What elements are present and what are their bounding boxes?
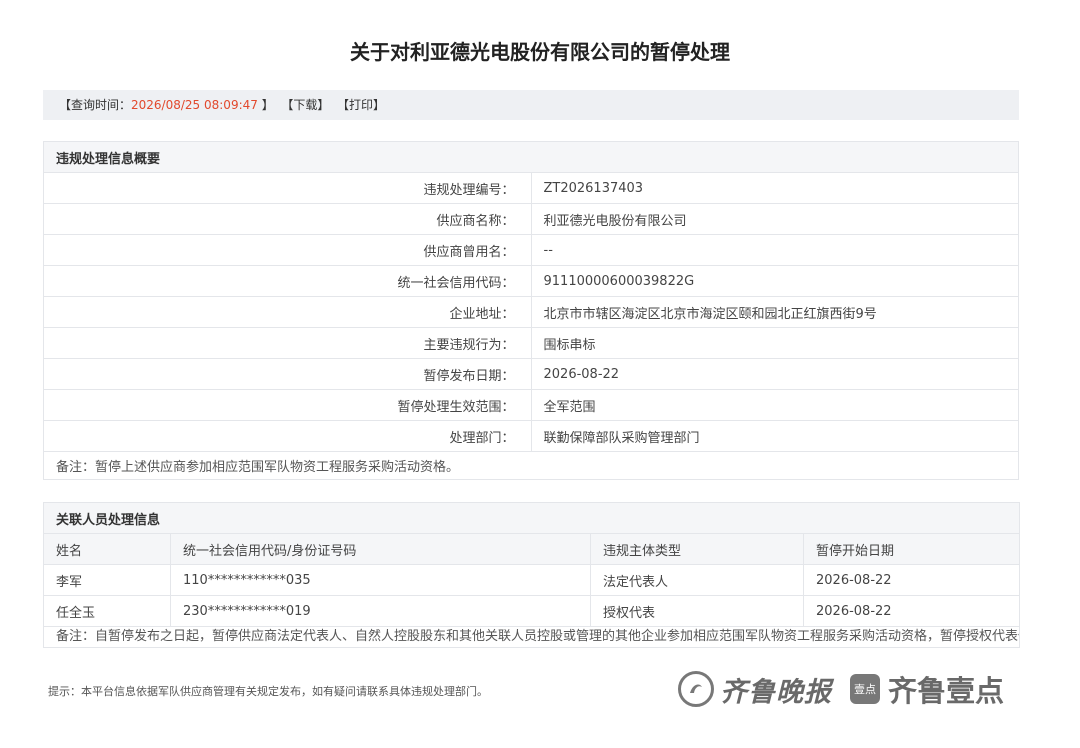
summary-value: 联勤保障部队采购管理部门 <box>530 420 1019 452</box>
summary-row: 处理部门： 联勤保障部队采购管理部门 <box>43 420 1019 452</box>
column-header: 暂停开始日期 <box>802 533 1021 565</box>
watermark-brand-1: 齐鲁晚报 <box>720 676 832 708</box>
summary-value: 2026-08-22 <box>530 358 1019 390</box>
summary-label: 供应商曾用名： <box>43 234 532 266</box>
table-row: 李军 110************035 法定代表人 2026-08-22 <box>43 564 1021 596</box>
query-time-value: 2026/08/25 08:09:47 <box>131 98 258 112</box>
summary-label: 企业地址： <box>43 296 532 328</box>
summary-label: 处理部门： <box>43 420 532 452</box>
summary-heading: 违规处理信息概要 <box>43 141 1019 173</box>
summary-value: ZT2026137403 <box>530 172 1019 204</box>
person-type: 法定代表人 <box>590 564 804 596</box>
print-link[interactable]: 【打印】 <box>337 98 385 112</box>
person-name: 任全玉 <box>43 595 171 627</box>
summary-note: 备注：暂停上述供应商参加相应范围军队物资工程服务采购活动资格。 <box>43 451 1019 480</box>
summary-row: 供应商曾用名： -- <box>43 234 1019 266</box>
page-title: 关于对利亚德光电股份有限公司的暂停处理 <box>350 40 730 64</box>
column-header: 统一社会信用代码/身份证号码 <box>170 533 591 565</box>
violation-summary-table: 违规处理信息概要 违规处理编号： ZT2026137403 供应商名称： 利亚德… <box>43 141 1019 480</box>
summary-row: 统一社会信用代码： 91110000600039822G <box>43 265 1019 297</box>
newspaper-logo-icon <box>678 671 714 707</box>
column-header: 违规主体类型 <box>590 533 804 565</box>
summary-label: 违规处理编号： <box>43 172 532 204</box>
watermark-badge: 壹点 <box>850 674 880 704</box>
persons-note: 备注：自暂停发布之日起，暂停供应商法定代表人、自然人控股股东和其他关联人员控股或… <box>42 626 1021 648</box>
summary-label: 暂停发布日期： <box>43 358 532 390</box>
summary-row: 主要违规行为： 围标串标 <box>43 327 1019 359</box>
person-start-date: 2026-08-22 <box>802 564 1021 596</box>
table-row: 任全玉 230************019 授权代表 2026-08-22 <box>43 595 1021 627</box>
download-link[interactable]: 【下载】 <box>281 98 329 112</box>
summary-label: 供应商名称： <box>43 203 532 235</box>
summary-value: 围标串标 <box>530 327 1019 359</box>
summary-row: 企业地址： 北京市市辖区海淀区北京市海淀区颐和园北正红旗西街9号 <box>43 296 1019 328</box>
watermark: 齐鲁晚报 壹点 齐鲁壹点 <box>678 668 1004 710</box>
watermark-brand-2: 齐鲁壹点 <box>888 674 1005 708</box>
summary-label: 统一社会信用代码： <box>43 265 532 297</box>
person-name: 李军 <box>43 564 171 596</box>
person-start-date: 2026-08-22 <box>802 595 1021 627</box>
summary-row: 违规处理编号： ZT2026137403 <box>43 172 1019 204</box>
persons-heading: 关联人员处理信息 <box>42 502 1021 534</box>
summary-row: 供应商名称： 利亚德光电股份有限公司 <box>43 203 1019 235</box>
summary-value: 91110000600039822G <box>530 265 1019 297</box>
related-persons-table: 关联人员处理信息 姓名 统一社会信用代码/身份证号码 违规主体类型 暂停开始日期… <box>42 502 1021 648</box>
summary-value: 利亚德光电股份有限公司 <box>530 203 1019 235</box>
persons-header-row: 姓名 统一社会信用代码/身份证号码 违规主体类型 暂停开始日期 <box>43 533 1021 565</box>
summary-label: 主要违规行为： <box>43 327 532 359</box>
query-time-label: 【查询时间： <box>59 98 132 112</box>
column-header: 姓名 <box>43 533 171 565</box>
summary-value: -- <box>530 234 1019 266</box>
query-time-suffix: 】 <box>257 98 274 112</box>
summary-value: 全军范围 <box>530 389 1019 421</box>
footer-tip: 提示：本平台信息依据军队供应商管理有关规定发布，如有疑问请联系具体违规处理部门。 <box>48 685 488 698</box>
person-type: 授权代表 <box>590 595 804 627</box>
summary-row: 暂停处理生效范围： 全军范围 <box>43 389 1019 421</box>
summary-row: 暂停发布日期： 2026-08-22 <box>43 358 1019 390</box>
person-id: 110************035 <box>170 564 591 596</box>
summary-label: 暂停处理生效范围： <box>43 389 532 421</box>
summary-value: 北京市市辖区海淀区北京市海淀区颐和园北正红旗西街9号 <box>530 296 1019 328</box>
query-bar: 【查询时间：2026/08/25 08:09:47 】 【下载】 【打印】 <box>43 90 1019 120</box>
person-id: 230************019 <box>170 595 591 627</box>
